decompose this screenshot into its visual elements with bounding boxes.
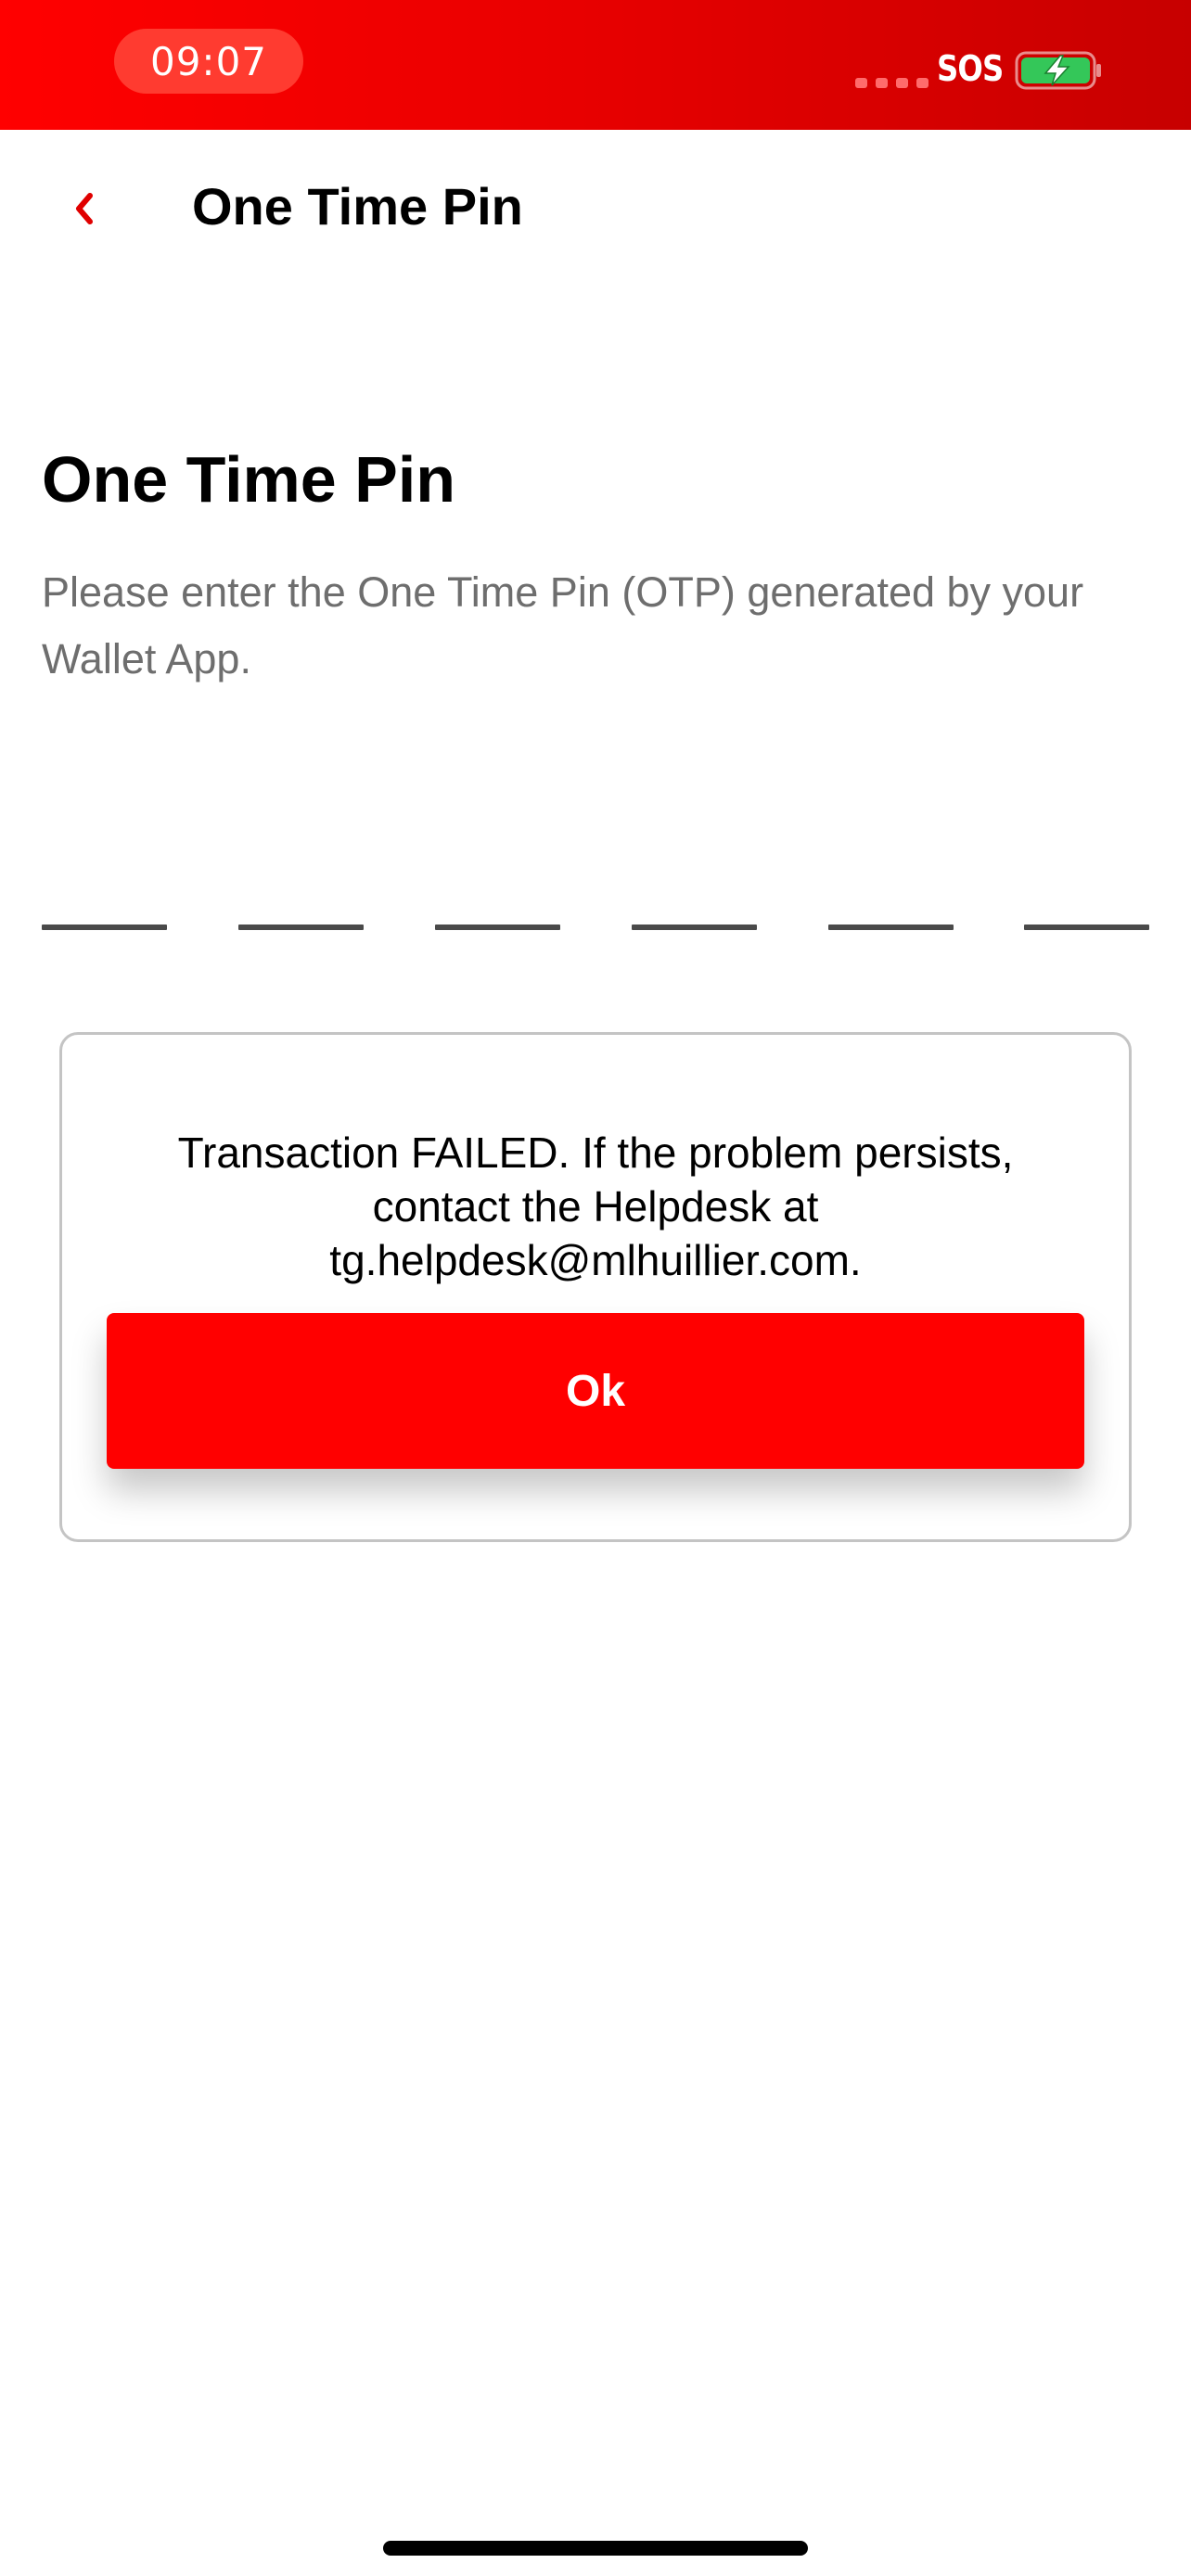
page-title: One Time Pin	[42, 443, 456, 516]
signal-strength-icon	[855, 78, 928, 88]
error-message-line-1: Transaction FAILED. If the problem persi…	[177, 1129, 1014, 1177]
home-indicator[interactable]	[383, 2541, 808, 2556]
carrier-sos-label: SOS	[937, 48, 1004, 89]
helpdesk-email: tg.helpdesk@mlhuillier.com.	[329, 1236, 862, 1284]
otp-digit-slot-1[interactable]	[42, 925, 167, 930]
error-dialog: Transaction FAILED. If the problem persi…	[59, 1032, 1132, 1542]
nav-title: One Time Pin	[192, 177, 523, 236]
error-message-line-2: contact the Helpdesk at	[372, 1182, 819, 1231]
otp-digit-slot-4[interactable]	[632, 925, 757, 930]
otp-input-row[interactable]	[42, 925, 1149, 930]
otp-digit-slot-6[interactable]	[1024, 925, 1149, 930]
otp-digit-slot-2[interactable]	[238, 925, 364, 930]
ok-button[interactable]: Ok	[107, 1313, 1084, 1469]
otp-digit-slot-5[interactable]	[828, 925, 954, 930]
otp-instructions: Please enter the One Time Pin (OTP) gene…	[42, 568, 1084, 682]
navigation-bar: One Time Pin	[0, 130, 1191, 287]
error-message: Transaction FAILED. If the problem persi…	[99, 1126, 1092, 1287]
chevron-left-icon	[76, 193, 93, 224]
back-button[interactable]	[51, 176, 116, 241]
otp-digit-slot-3[interactable]	[435, 925, 560, 930]
battery-charging-icon	[1015, 51, 1101, 90]
status-bar: 09:07 SOS	[0, 0, 1191, 130]
status-time: 09:07	[114, 29, 303, 94]
